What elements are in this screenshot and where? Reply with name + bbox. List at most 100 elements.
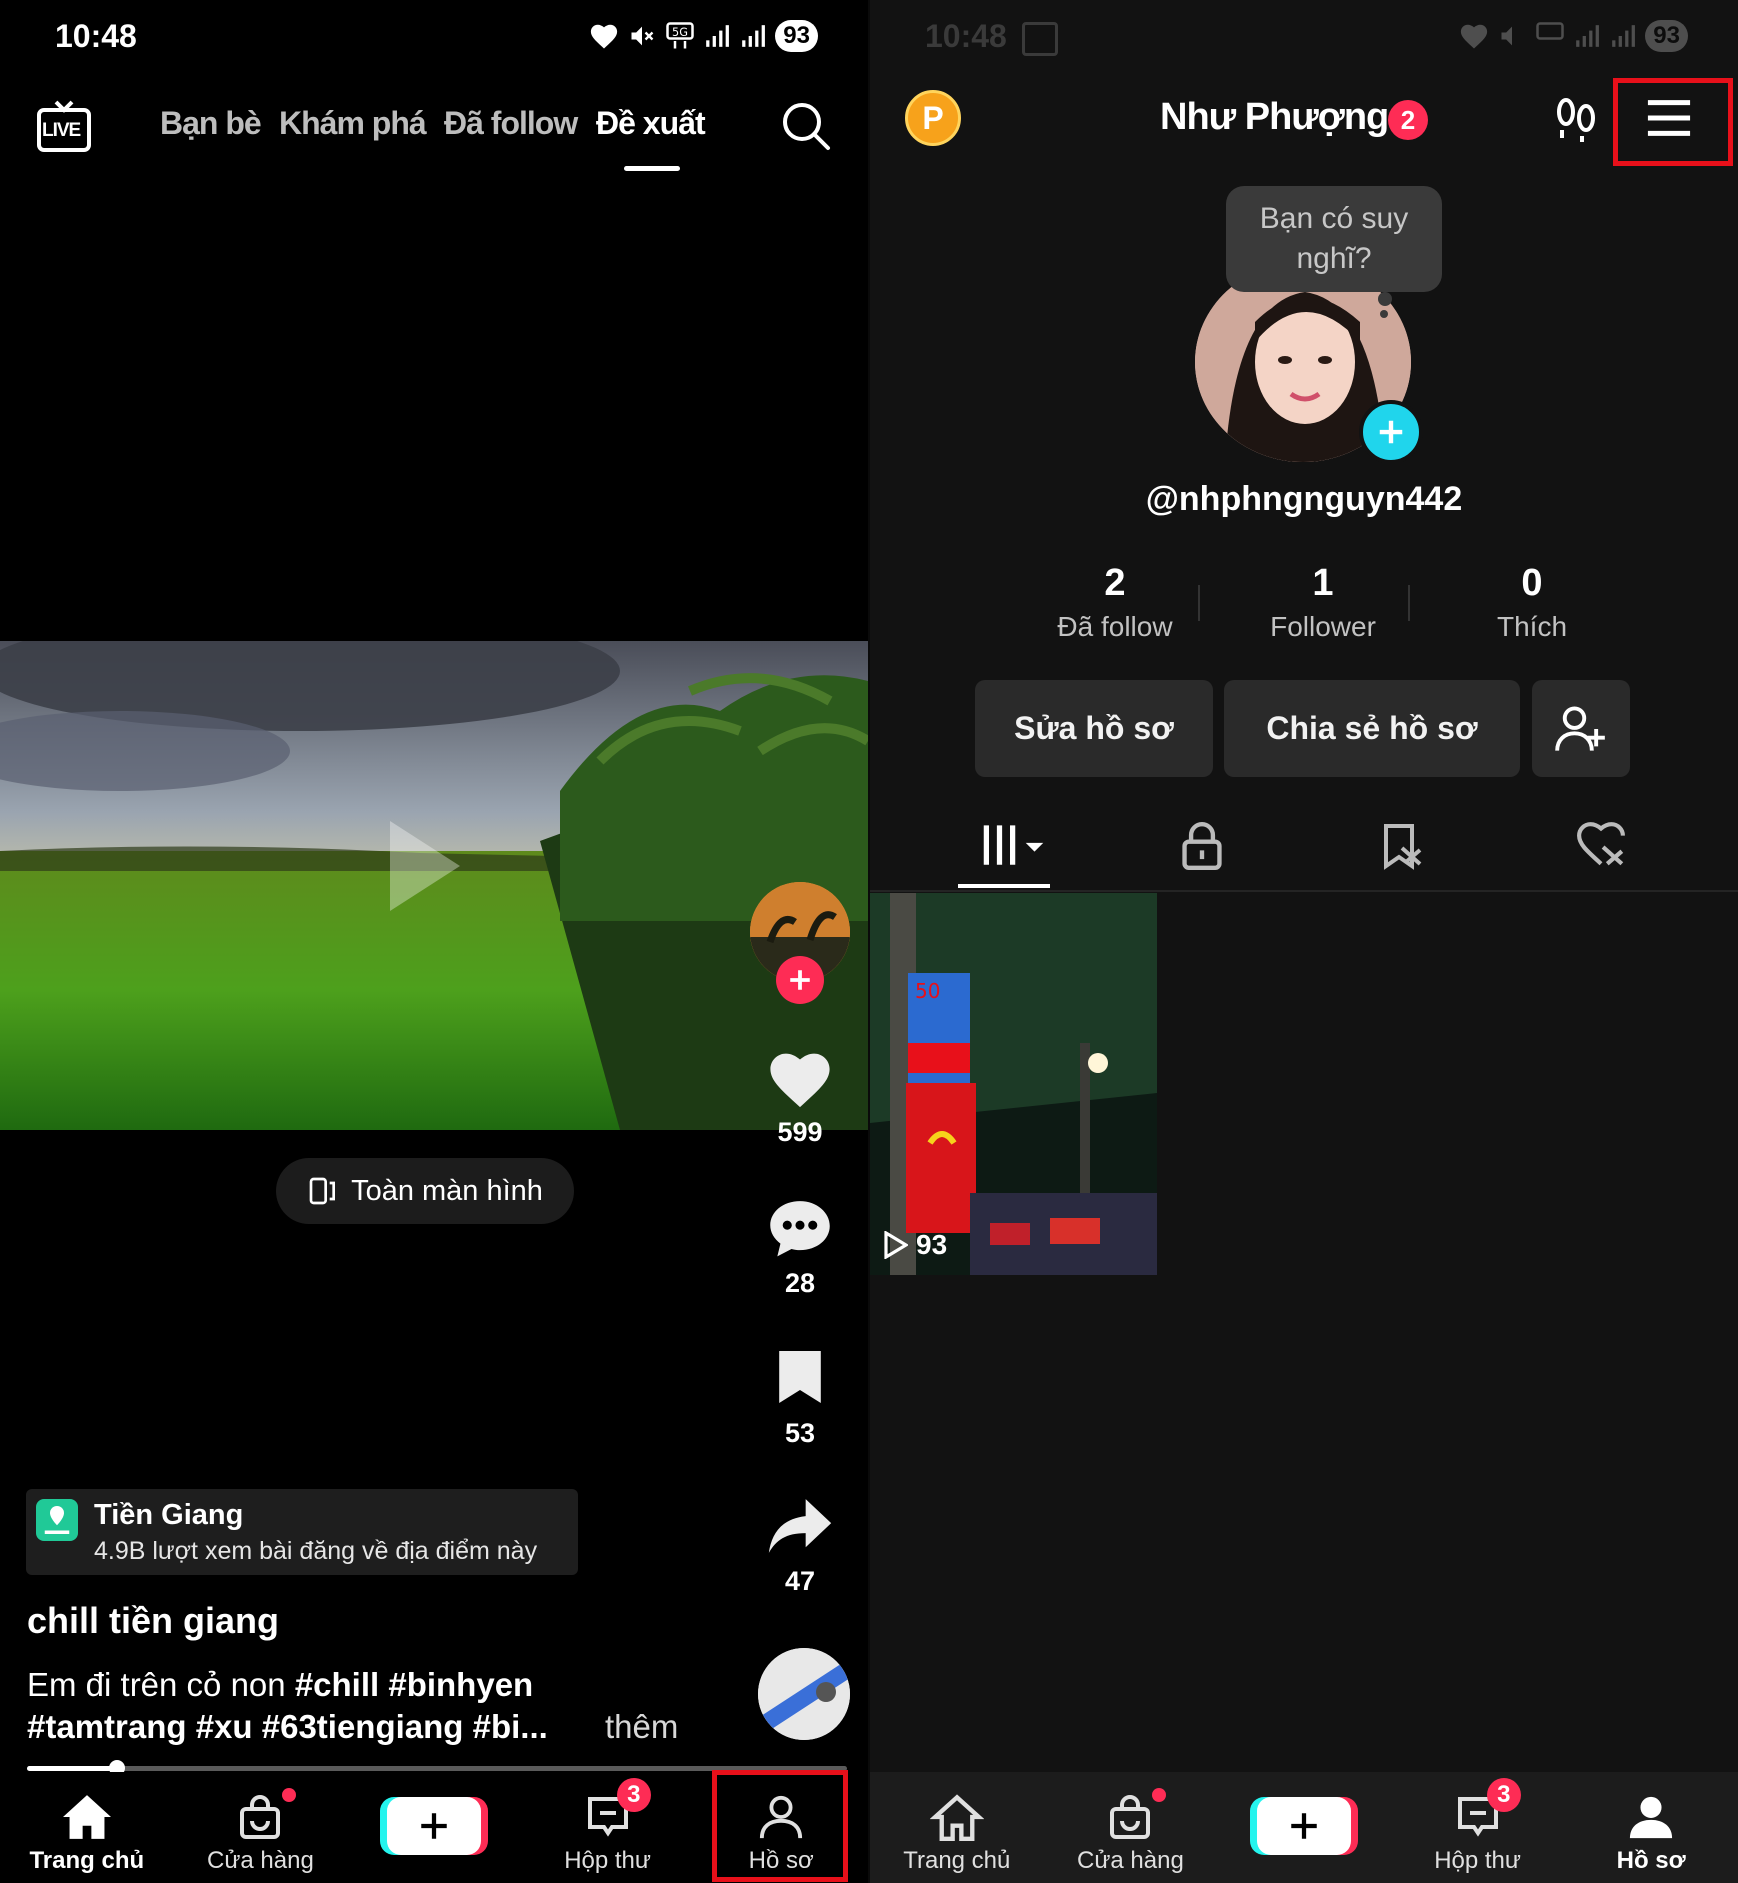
grid-videos-icon <box>983 825 1044 865</box>
active-content-tab-indicator <box>958 884 1050 888</box>
nav-create[interactable] <box>1217 1772 1391 1883</box>
nav-home[interactable]: Trang chủ <box>0 1772 174 1883</box>
bookmark-hidden-icon[interactable] <box>1378 822 1426 870</box>
caption-more-link[interactable]: thêm <box>605 1708 678 1746</box>
battery-level-dim: 93 <box>1645 20 1688 52</box>
add-avatar-button[interactable] <box>1359 400 1423 464</box>
bookmark-icon[interactable] <box>774 1348 826 1406</box>
caption-hashtags[interactable]: #chill #binhyen <box>295 1666 533 1703</box>
home-outline-icon <box>929 1794 984 1841</box>
stat-followers[interactable]: 1 Follower <box>1218 562 1428 643</box>
stat-likes-value: 0 <box>1521 562 1543 604</box>
tab-for-you[interactable]: Đề xuất <box>596 105 706 142</box>
comment-count: 28 <box>784 1268 816 1298</box>
heart-hidden-icon[interactable] <box>1576 822 1626 868</box>
screenshot-icon <box>1022 22 1058 56</box>
music-disc-image <box>758 1648 850 1740</box>
profile-person-filled-icon <box>1630 1796 1673 1839</box>
stat-followers-value: 1 <box>1312 562 1334 604</box>
inbox-badge: 3 <box>1486 1778 1521 1812</box>
battery-level: 93 <box>775 20 818 52</box>
share-profile-button[interactable]: Chia sẻ hồ sơ <box>1224 680 1520 777</box>
nav-inbox[interactable]: 3 Hộp thư <box>521 1772 695 1883</box>
note-bubble[interactable]: Bạn có suy nghĩ? <box>1226 186 1442 292</box>
stat-followers-label: Follower <box>1270 611 1376 642</box>
like-heart-icon[interactable] <box>766 1048 834 1110</box>
nav-shop-label: Cửa hàng <box>1076 1847 1184 1874</box>
caption-hashtags-line2[interactable]: #tamtrang #xu #63tiengiang #bi... <box>27 1708 548 1746</box>
create-button[interactable] <box>1256 1797 1351 1855</box>
tab-following[interactable]: Đã follow <box>444 105 578 142</box>
nav-home-label: Trang chủ <box>903 1847 1011 1874</box>
bottom-nav-profile: Trang chủ Cửa hàng 3 Hộp thư Hồ sơ <box>870 1772 1738 1883</box>
status-time-dim: 10:48 <box>925 18 1007 54</box>
nav-inbox-label: Hộp thư <box>564 1847 651 1874</box>
footprints-icon[interactable] <box>1552 96 1600 144</box>
nav-shop[interactable]: Cửa hàng <box>174 1772 348 1883</box>
tab-friends[interactable]: Bạn bè <box>160 105 262 142</box>
stat-divider <box>1198 585 1200 621</box>
feed-screen: 10:48 5G 93 LIVE Bạn bè Khám phá Đã foll… <box>0 0 868 1883</box>
note-bubble-tail-small <box>1380 310 1388 318</box>
follow-creator-button[interactable] <box>776 956 824 1004</box>
comment-icon[interactable] <box>766 1196 834 1260</box>
location-pin-icon <box>36 1499 78 1541</box>
nav-create[interactable] <box>347 1772 521 1883</box>
shopping-bag-icon <box>240 1795 281 1839</box>
signal-icon <box>706 25 730 47</box>
stat-following[interactable]: 2 Đã follow <box>1010 562 1220 643</box>
nav-inbox[interactable]: 3 Hộp thư <box>1391 1772 1565 1883</box>
fullscreen-button[interactable]: Toàn màn hình <box>276 1158 574 1224</box>
play-icon <box>884 1231 908 1259</box>
status-time: 10:48 <box>55 18 137 54</box>
lock-private-icon[interactable] <box>1180 822 1224 870</box>
nav-inbox-label: Hộp thư <box>1434 1847 1521 1874</box>
tab-explore[interactable]: Khám phá <box>279 105 427 142</box>
5g-icon: 5G <box>666 22 695 49</box>
nav-profile[interactable]: Hồ sơ <box>1564 1772 1738 1883</box>
live-label: LIVE <box>42 120 81 141</box>
username: @nhphngnguyn442 <box>1145 480 1463 518</box>
rotate-screen-icon <box>309 1177 336 1205</box>
plus-icon <box>790 970 810 990</box>
video-thumbnail-landscape <box>0 641 868 1130</box>
search-icon[interactable] <box>780 100 832 152</box>
svg-text:50: 50 <box>915 979 940 1003</box>
stat-following-value: 2 <box>1104 562 1126 604</box>
video-view-count-value: 93 <box>916 1229 948 1260</box>
coin-button[interactable]: P <box>905 90 961 146</box>
heart-status-icon-dim <box>1461 24 1488 49</box>
signal-icon-2 <box>742 25 766 47</box>
nav-shop-label: Cửa hàng <box>206 1847 314 1874</box>
profile-name[interactable]: Như Phượng <box>1160 96 1389 139</box>
add-person-icon <box>1555 705 1605 751</box>
note-bubble-tail <box>1378 292 1392 306</box>
profile-video-thumbnail[interactable]: 50 93 <box>870 893 1157 1275</box>
shop-notification-dot <box>281 1788 296 1802</box>
location-name: Tiền Giang <box>94 1499 244 1531</box>
nav-home[interactable]: Trang chủ <box>870 1772 1044 1883</box>
tabs-divider <box>870 890 1738 892</box>
profile-screen: 10:48 93 P Như Phượng 2 Bạn có suy nghĩ?… <box>870 0 1738 1883</box>
video-caption: Em đi trên cỏ non #chill #binhyen <box>27 1666 533 1704</box>
caption-text: Em đi trên cỏ non <box>27 1666 295 1703</box>
mute-icon <box>631 26 654 46</box>
music-disc[interactable] <box>758 1648 850 1740</box>
save-count: 53 <box>784 1418 816 1448</box>
add-friend-button[interactable] <box>1532 680 1630 777</box>
create-button[interactable] <box>386 1797 481 1855</box>
5g-icon-dim <box>1536 22 1565 40</box>
stat-following-label: Đã follow <box>1057 611 1173 642</box>
share-arrow-icon[interactable] <box>766 1496 834 1556</box>
plus-icon <box>1379 420 1403 444</box>
tab-videos[interactable] <box>982 822 1062 872</box>
highlight-menu-button <box>1613 78 1733 166</box>
video-player[interactable] <box>0 641 868 1130</box>
live-button[interactable]: LIVE <box>36 98 92 154</box>
signal-icon-dim <box>1576 25 1600 47</box>
location-tag[interactable]: Tiền Giang 4.9B lượt xem bài đăng về địa… <box>26 1489 578 1575</box>
edit-profile-button[interactable]: Sửa hồ sơ <box>975 680 1213 777</box>
video-title: chill tiền giang <box>27 1600 280 1641</box>
nav-shop[interactable]: Cửa hàng <box>1044 1772 1218 1883</box>
stat-likes[interactable]: 0 Thích <box>1427 562 1637 643</box>
